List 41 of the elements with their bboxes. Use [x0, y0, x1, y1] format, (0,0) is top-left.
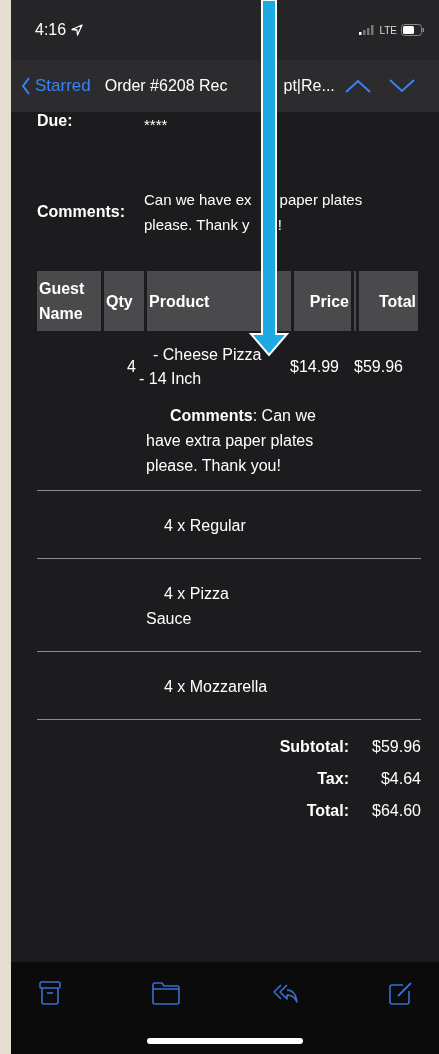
line-item: 4 x Mozzarella — [163, 677, 269, 697]
field-label: Comments: — [37, 203, 126, 221]
folder-icon[interactable] — [152, 981, 181, 1005]
total-value: $59.96 — [371, 738, 421, 756]
chevron-up-icon[interactable] — [344, 79, 371, 93]
total-value: $64.60 — [371, 802, 421, 820]
field-value: ! — [277, 215, 282, 235]
email-subject: pt|Re... — [283, 77, 335, 95]
table-cell-text: $59.96 — [353, 358, 403, 376]
line-item: 4 x Regular — [163, 516, 247, 536]
table-cell-text: - 14 Inch — [139, 369, 203, 389]
archive-box-icon[interactable] — [39, 981, 61, 1005]
total-value: $4.64 — [379, 770, 421, 788]
reply-all-icon[interactable] — [271, 982, 298, 1004]
network-label: LTE — [379, 24, 397, 36]
field-value: paper plates — [279, 190, 363, 210]
battery-icon — [401, 24, 425, 36]
field-label: Due: — [37, 112, 74, 131]
item-comment: Comments: Can we have extra paper plates please. Thank you! — [146, 406, 317, 476]
field-value: please. Thank y — [144, 215, 250, 235]
back-chevron-icon — [21, 77, 31, 95]
compose-icon[interactable] — [389, 981, 413, 1005]
line-item: 4 x Pizza Sauce — [146, 584, 230, 629]
email-subject: Order #6208 Rec — [104, 77, 228, 95]
back-button[interactable]: Starred — [21, 76, 91, 96]
signal-icon — [359, 25, 376, 35]
table-cell-text: - Cheese Pizza — [152, 345, 263, 365]
total-label: Total: — [306, 802, 349, 820]
chevron-down-icon[interactable] — [388, 79, 415, 93]
total-label: Tax: — [317, 770, 349, 788]
column-header: Qty — [104, 271, 144, 331]
field-value: Can we have ex — [144, 190, 252, 210]
clock-time: 4:16 — [35, 21, 67, 39]
table-cell-text: $14.99 — [289, 358, 339, 376]
table-cell-text: 4 — [126, 358, 136, 376]
column-header: Guest Name — [37, 271, 101, 331]
field-value: **** — [144, 115, 168, 135]
column-header: Total — [359, 271, 418, 331]
total-label: Subtotal: — [279, 738, 349, 756]
location-arrow-icon — [71, 24, 84, 36]
column-header: Price — [294, 271, 351, 331]
